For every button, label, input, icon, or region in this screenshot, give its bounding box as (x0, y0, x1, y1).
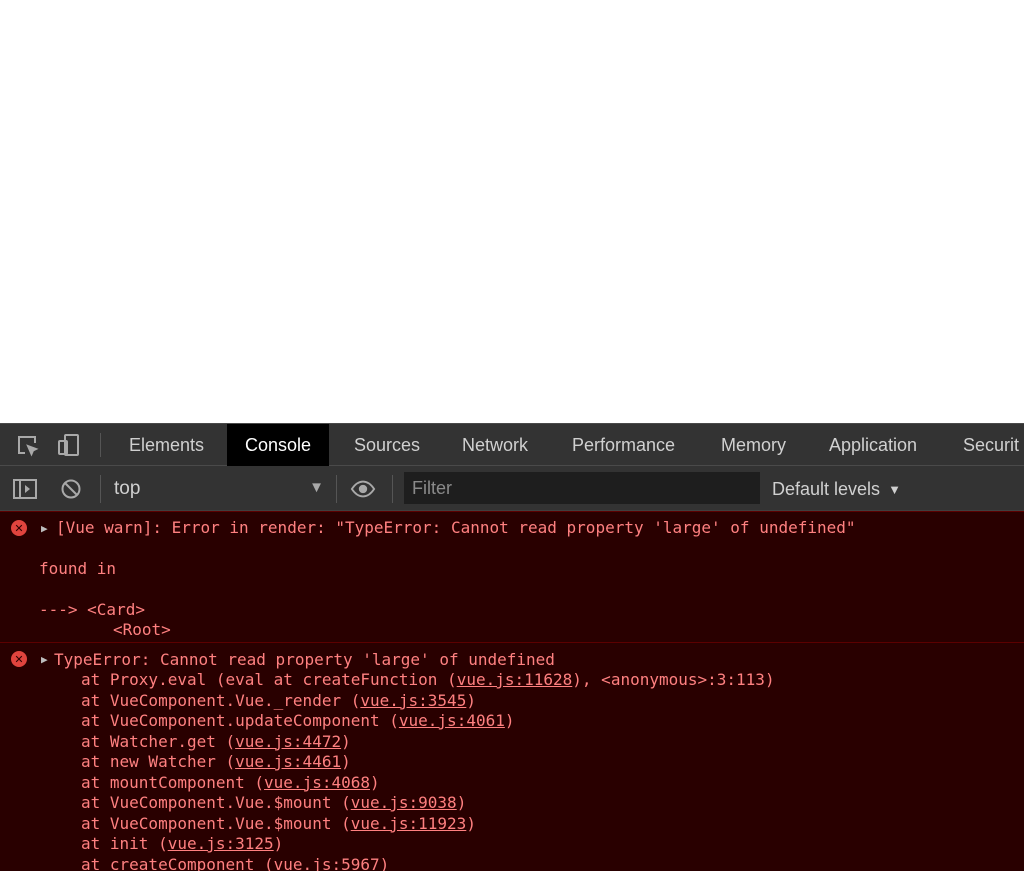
toolbar-divider (392, 475, 393, 503)
stack-frame-text: ) (466, 690, 476, 710)
console-message-type-error[interactable]: ✕ ▶ TypeError: Cannot read property 'lar… (0, 642, 1024, 871)
devtools-panel: Elements Console Sources Network Perform… (0, 423, 1024, 871)
stack-frame-text: at VueComponent.Vue.$mount ( (81, 813, 351, 833)
source-link[interactable]: vue.js:5967 (274, 855, 380, 871)
stack-frame: at VueComponent.Vue._render (vue.js:3545… (81, 691, 476, 711)
source-link[interactable]: vue.js:3545 (360, 691, 466, 710)
clear-console-icon[interactable] (58, 476, 84, 502)
tab-application[interactable]: Application (829, 424, 917, 466)
stack-frame-text: at mountComponent ( (81, 772, 265, 792)
log-levels-dropdown[interactable]: Default levels ▼ (772, 474, 901, 504)
source-link[interactable]: vue.js:11923 (351, 814, 467, 833)
stack-frame-text: at VueComponent.updateComponent ( (81, 711, 399, 730)
source-link[interactable]: vue.js:9038 (351, 793, 457, 812)
context-selector[interactable]: top ▼ (114, 474, 324, 504)
console-message-vue-warn[interactable]: ✕ ▶ [Vue warn]: Error in render: "TypeEr… (0, 511, 1024, 642)
tab-memory[interactable]: Memory (721, 424, 786, 466)
tab-performance[interactable]: Performance (572, 424, 675, 466)
component-trace-root: <Root> (113, 620, 171, 639)
error-icon: ✕ (11, 520, 27, 536)
stack-frame-text: ) (341, 731, 351, 751)
expand-triangle-icon[interactable]: ▶ (41, 522, 48, 535)
stack-frame-text: ) (456, 793, 467, 812)
stack-frame-text: ) (466, 813, 476, 833)
stack-frame-text: at init ( (81, 834, 168, 853)
stack-frame: at createComponent (vue.js:5967) (81, 855, 389, 871)
stack-frame-text: ) (370, 772, 380, 792)
stack-frame: at init (vue.js:3125) (81, 834, 283, 854)
toolbar-divider (336, 475, 337, 503)
stack-frame-text: at VueComponent.Vue._render ( (81, 690, 361, 710)
show-sidebar-icon[interactable] (12, 476, 38, 502)
inspect-element-icon[interactable] (14, 432, 40, 458)
source-link[interactable]: vue.js:4472 (235, 732, 341, 751)
inspected-page-viewport (0, 0, 1024, 423)
stack-frame: at mountComponent (vue.js:4068) (81, 773, 380, 793)
chevron-down-icon: ▼ (888, 481, 901, 497)
source-link[interactable]: vue.js:4068 (264, 773, 370, 792)
context-selector-label: top (114, 478, 141, 499)
stack-frame-text: at Watcher.get ( (81, 731, 236, 751)
stack-frame-text: ), <anonymous>:3:113) (572, 670, 775, 689)
stack-frame: at new Watcher (vue.js:4461) (81, 752, 351, 772)
tab-bar-divider (100, 433, 101, 457)
tab-network[interactable]: Network (462, 424, 528, 466)
stack-frame-text: at createComponent ( (81, 854, 274, 871)
tab-console[interactable]: Console (227, 424, 330, 466)
stack-frame-text: at new Watcher ( (81, 752, 236, 771)
stack-frame: at Watcher.get (vue.js:4472) (81, 732, 351, 752)
message-text: TypeError: Cannot read property 'large' … (54, 650, 555, 669)
stack-frame-text: at VueComponent.Vue.$mount ( (81, 793, 351, 812)
source-link[interactable]: vue.js:4061 (399, 711, 505, 730)
live-expression-icon[interactable] (350, 476, 376, 502)
chevron-down-icon: ▼ (309, 479, 324, 496)
source-link[interactable]: vue.js:3125 (168, 834, 274, 853)
stack-frame-text: ) (379, 854, 390, 871)
message-text: [Vue warn]: Error in render: "TypeError:… (56, 518, 856, 537)
device-toolbar-icon[interactable] (56, 432, 82, 458)
toolbar-divider (100, 475, 101, 503)
console-messages: ✕ ▶ [Vue warn]: Error in render: "TypeEr… (0, 511, 1024, 871)
tab-sources[interactable]: Sources (354, 424, 420, 466)
stack-frame: at VueComponent.Vue.$mount (vue.js:11923… (81, 814, 476, 834)
stack-frame: at Proxy.eval (eval at createFunction (v… (81, 670, 775, 690)
log-levels-label: Default levels (772, 478, 881, 499)
expand-triangle-icon[interactable]: ▶ (41, 653, 48, 666)
source-link[interactable]: vue.js:4461 (235, 752, 341, 771)
error-icon: ✕ (11, 651, 27, 667)
stack-frame-text: ) (341, 752, 351, 771)
console-toolbar: top ▼ Default levels ▼ (0, 466, 1024, 511)
stack-frame: at VueComponent.Vue.$mount (vue.js:9038) (81, 793, 466, 813)
tab-security[interactable]: Securit (963, 424, 1019, 466)
source-link[interactable]: vue.js:11628 (457, 670, 573, 689)
tab-elements[interactable]: Elements (129, 424, 204, 466)
stack-frame: at VueComponent.updateComponent (vue.js:… (81, 711, 515, 731)
found-in-label: found in (39, 559, 117, 578)
stack-frame-text: ) (273, 834, 284, 853)
stack-frame-text: at Proxy.eval (eval at createFunction ( (81, 670, 457, 689)
devtools-tab-bar: Elements Console Sources Network Perform… (0, 423, 1024, 466)
filter-input[interactable] (404, 472, 760, 504)
component-trace-card: ---> <Card> (39, 600, 145, 619)
stack-frame-text: ) (504, 711, 515, 730)
